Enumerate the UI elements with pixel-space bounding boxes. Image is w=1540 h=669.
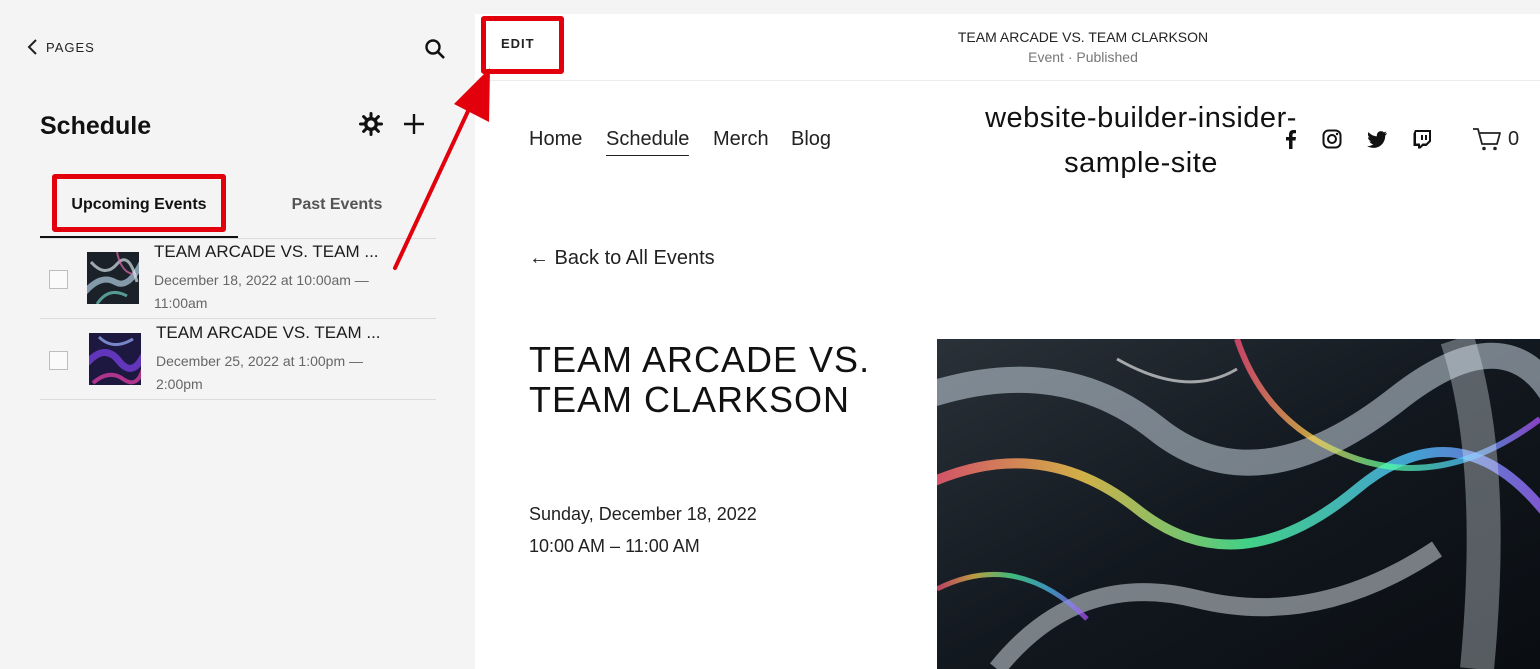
plus-icon[interactable]: [402, 112, 426, 136]
nav-link-blog[interactable]: Blog: [791, 128, 831, 151]
event-title: TEAM ARCADE VS. TEAM ...: [154, 242, 379, 261]
twitch-icon[interactable]: [1411, 128, 1433, 150]
pages-panel: PAGES Schedule Upcoming Events Past Even…: [0, 0, 475, 669]
highlight-box-tab: [52, 174, 226, 232]
event-title: TEAM ARCADE VS. TEAM ...: [156, 323, 381, 342]
nav-link-home[interactable]: Home: [529, 128, 582, 151]
event-list-item[interactable]: TEAM ARCADE VS. TEAM ... December 25, 20…: [40, 320, 436, 400]
event-checkbox[interactable]: [49, 270, 68, 289]
facebook-icon[interactable]: [1280, 128, 1302, 150]
tab-past-events[interactable]: Past Events: [238, 180, 436, 230]
nav-link-merch[interactable]: Merch: [713, 128, 769, 151]
event-date: December 25, 2022 at 1:00pm — 2:00pm: [156, 353, 364, 392]
cart-count: 0: [1508, 127, 1520, 150]
event-date-text: Sunday, December 18, 2022: [529, 504, 757, 524]
instagram-icon[interactable]: [1321, 128, 1343, 150]
document-title: TEAM ARCADE VS. TEAM CLARKSON: [957, 29, 1209, 45]
cart-button[interactable]: 0: [1472, 126, 1519, 152]
pages-back-button[interactable]: PAGES: [26, 38, 95, 56]
page-preview: EDIT TEAM ARCADE VS. TEAM CLARKSON Event…: [475, 14, 1540, 669]
preview-topbar: EDIT TEAM ARCADE VS. TEAM CLARKSON Event…: [475, 14, 1540, 81]
back-to-events-link[interactable]: ← Back to All Events: [529, 247, 715, 270]
pages-back-label: PAGES: [46, 39, 95, 55]
event-thumbnail: [89, 333, 141, 385]
event-list-item[interactable]: TEAM ARCADE VS. TEAM ... December 18, 20…: [40, 239, 436, 319]
event-date: December 18, 2022 at 10:00am — 11:00am: [154, 272, 369, 311]
event-checkbox[interactable]: [49, 351, 68, 370]
event-time-text: 10:00 AM – 11:00 AM: [529, 536, 700, 556]
search-icon[interactable]: [424, 38, 446, 60]
document-status: Event · Published: [1028, 49, 1138, 65]
twitter-icon[interactable]: [1366, 128, 1388, 150]
site-title[interactable]: website-builder-insider-sample-site: [964, 96, 1318, 186]
event-featured-image: [937, 339, 1540, 669]
gear-icon[interactable]: [359, 112, 383, 136]
nav-link-schedule[interactable]: Schedule: [606, 128, 690, 156]
chevron-left-icon: [27, 39, 37, 55]
event-heading: TEAM ARCADE VS. TEAM CLARKSON: [529, 339, 871, 420]
panel-title: Schedule: [40, 112, 152, 140]
cart-icon: [1473, 128, 1501, 151]
event-thumbnail: [87, 252, 139, 304]
highlight-box-edit: [481, 16, 564, 74]
